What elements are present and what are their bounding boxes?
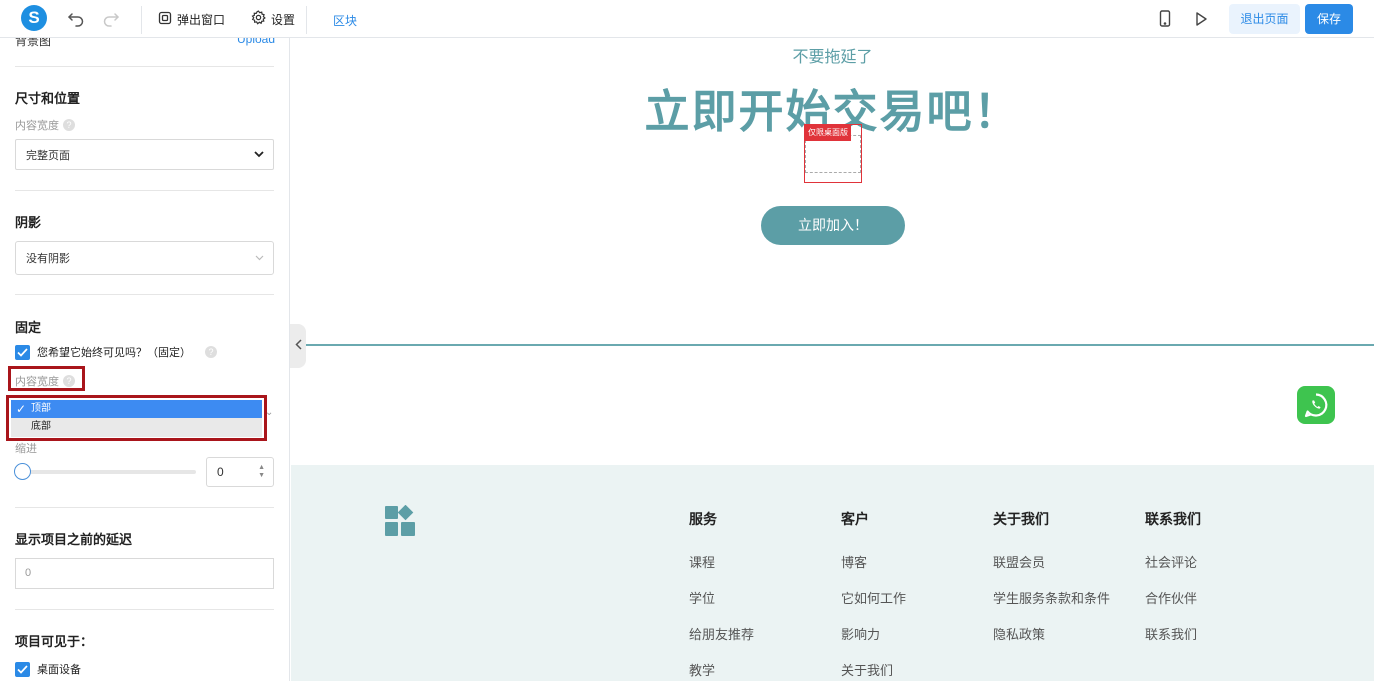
footer-column-title: 联系我们 <box>1145 511 1201 527</box>
redo-icon[interactable] <box>101 9 121 29</box>
section-divider <box>15 609 274 610</box>
save-button[interactable]: 保存 <box>1305 4 1353 34</box>
desktop-label: 桌面设备 <box>37 664 81 676</box>
footer-link[interactable]: 关于我们 <box>841 663 906 681</box>
popup-button[interactable]: 弹出窗口 <box>158 10 225 28</box>
indent-slider-handle[interactable] <box>14 463 31 480</box>
always-visible-label: 您希望它始终可见吗？（固定） <box>37 347 191 359</box>
page-canvas: 不要拖延了 立即开始交易吧！ 仅限桌面版 立即加入！ 服务 课程 学位 给朋友推… <box>291 38 1374 681</box>
info-icon[interactable]: ? <box>63 119 75 131</box>
mobile-preview-icon[interactable] <box>1156 9 1176 29</box>
content-width-label-text: 内容宽度 <box>15 120 59 132</box>
footer-link[interactable]: 合作伙伴 <box>1145 591 1201 627</box>
popup-label: 弹出窗口 <box>177 12 226 27</box>
footer-link[interactable]: 联盟会员 <box>993 555 1110 591</box>
position-label-text: 内容宽度 <box>15 376 59 388</box>
toolbar-divider <box>306 6 307 34</box>
desktop-only-element[interactable]: 仅限桌面版 <box>804 124 862 183</box>
checkbox-checked[interactable] <box>15 344 30 360</box>
footer-link[interactable]: 博客 <box>841 555 906 591</box>
section-divider <box>15 507 274 508</box>
indent-value: 0 <box>217 465 224 479</box>
delay-input[interactable]: 0 <box>15 558 274 589</box>
section-divider <box>15 190 274 191</box>
shadow-section-title: 阴影 <box>15 215 42 230</box>
footer-link[interactable]: 隐私政策 <box>993 627 1110 663</box>
footer-column-title: 服务 <box>689 511 717 527</box>
gear-icon <box>251 10 266 28</box>
footer: 服务 课程 学位 给朋友推荐 教学 客户 博客 它如何工作 影响力 关于我们 关… <box>291 465 1374 681</box>
dropdown-option-top[interactable]: ✓ 顶部 <box>11 400 262 418</box>
delay-section-title: 显示项目之前的延迟 <box>15 532 133 547</box>
footer-link[interactable]: 学位 <box>689 591 754 627</box>
visibility-section-title: 项目可见于： <box>15 634 94 649</box>
footer-link[interactable]: 联系我们 <box>1145 627 1201 663</box>
footer-column-services: 服务 课程 学位 给朋友推荐 教学 <box>689 509 754 681</box>
indent-number-input[interactable]: 0 ▲ ▼ <box>206 457 274 487</box>
shadow-select[interactable]: 没有阴影 <box>15 241 274 275</box>
position-label: 内容宽度 ? <box>15 373 75 389</box>
position-dropdown-list[interactable]: ✓ 顶部 底部 <box>11 400 262 437</box>
content-width-value: 完整页面 <box>26 149 70 162</box>
popup-icon <box>158 11 172 28</box>
size-section-title: 尺寸和位置 <box>15 91 81 106</box>
footer-column-title: 关于我们 <box>993 511 1049 527</box>
option-label: 顶部 <box>31 403 51 414</box>
block-tab[interactable]: 区块 <box>333 12 357 29</box>
section-divider-line <box>305 344 1374 346</box>
footer-link[interactable]: 影响力 <box>841 627 906 663</box>
play-icon[interactable] <box>1192 9 1212 29</box>
join-now-button[interactable]: 立即加入！ <box>761 206 905 245</box>
settings-label: 设置 <box>271 12 296 27</box>
indent-slider-track[interactable] <box>15 470 196 474</box>
footer-column-title: 客户 <box>841 511 869 527</box>
section-divider <box>15 294 274 295</box>
footer-link[interactable]: 它如何工作 <box>841 591 906 627</box>
subheading[interactable]: 不要拖延了 <box>291 43 1374 67</box>
check-icon: ✓ <box>16 402 27 416</box>
content-width-select[interactable]: 完整页面 <box>15 139 274 170</box>
upload-link[interactable]: Upload <box>237 38 275 46</box>
content-width-label: 内容宽度 ? <box>15 117 75 133</box>
settings-panel: 背景图 Upload 尺寸和位置 内容宽度 ? 完整页面 阴影 没有阴影 固定 … <box>0 38 290 681</box>
chevron-down-icon <box>254 149 264 161</box>
footer-column-contact: 联系我们 社会评论 合作伙伴 联系我们 <box>1145 509 1201 663</box>
always-visible-checkbox-row[interactable]: 您希望它始终可见吗？（固定） <box>15 344 191 360</box>
whatsapp-icon[interactable] <box>1297 386 1335 424</box>
chevron-down-icon: ⌄ <box>265 407 274 418</box>
shapes-logo-icon[interactable] <box>384 504 416 542</box>
footer-link[interactable]: 学生服务条款和条件 <box>993 591 1110 627</box>
footer-link[interactable]: 给朋友推荐 <box>689 627 754 663</box>
fixed-section-title: 固定 <box>15 320 42 335</box>
footer-column-about: 关于我们 联盟会员 学生服务条款和条件 隐私政策 <box>993 509 1110 663</box>
bg-image-label: 背景图 <box>15 38 52 48</box>
collapse-panel-button[interactable] <box>290 324 306 368</box>
settings-button[interactable]: 设置 <box>251 10 295 28</box>
desktop-checkbox-row[interactable]: 桌面设备 <box>15 661 81 677</box>
toolbar-divider <box>141 6 142 34</box>
info-icon[interactable]: ? <box>63 375 75 387</box>
checkbox-checked[interactable] <box>15 661 30 677</box>
undo-icon[interactable] <box>66 9 86 29</box>
stepper-arrows-icon[interactable]: ▲ ▼ <box>258 464 265 480</box>
dropdown-option-bottom[interactable]: 底部 <box>11 418 262 436</box>
top-toolbar: S 弹出窗口 设置 区块 退出页面 保存 <box>0 0 1374 38</box>
indent-label: 缩进 <box>15 443 37 455</box>
chevron-left-icon <box>294 339 302 353</box>
option-label: 底部 <box>31 421 51 432</box>
footer-link[interactable]: 课程 <box>689 555 754 591</box>
exit-page-button[interactable]: 退出页面 <box>1229 4 1300 34</box>
info-icon[interactable]: ? <box>205 346 217 358</box>
chevron-down-icon <box>255 252 264 264</box>
shadow-value: 没有阴影 <box>26 253 70 265</box>
section-divider <box>15 66 274 67</box>
footer-link[interactable]: 社会评论 <box>1145 555 1201 591</box>
desktop-only-tag: 仅限桌面版 <box>805 125 851 141</box>
app-logo[interactable]: S <box>21 5 47 31</box>
footer-link[interactable]: 教学 <box>689 663 754 681</box>
footer-column-clients: 客户 博客 它如何工作 影响力 关于我们 <box>841 509 906 681</box>
